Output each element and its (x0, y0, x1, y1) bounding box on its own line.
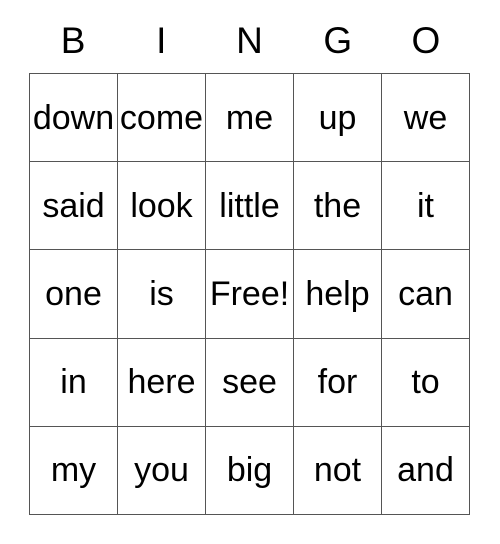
bingo-cell[interactable]: you (118, 426, 206, 516)
bingo-cell[interactable]: up (294, 74, 382, 163)
bingo-cell[interactable]: here (118, 338, 206, 427)
bingo-cell[interactable]: down (30, 74, 118, 163)
bingo-header-row: B I N G O (29, 8, 470, 73)
bingo-header-letter-n: N (236, 20, 263, 61)
bingo-cell[interactable]: we (382, 74, 470, 163)
bingo-row: down come me up we (30, 74, 470, 163)
bingo-row: said look little the it (30, 162, 470, 251)
bingo-cell[interactable]: not (294, 426, 382, 516)
bingo-cell[interactable]: and (382, 426, 470, 516)
bingo-cell[interactable]: the (294, 162, 382, 251)
bingo-row: in here see for to (30, 338, 470, 427)
bingo-cell[interactable]: my (30, 426, 118, 516)
bingo-cell[interactable]: little (206, 162, 294, 251)
bingo-cell[interactable]: to (382, 338, 470, 427)
bingo-cell[interactable]: look (118, 162, 206, 251)
bingo-cell[interactable]: help (294, 250, 382, 339)
bingo-cell[interactable]: see (206, 338, 294, 427)
bingo-cell[interactable]: in (30, 338, 118, 427)
bingo-header-letter-i: I (156, 20, 167, 61)
bingo-cell-free-space[interactable]: Free! (206, 250, 294, 339)
bingo-header-letter-b: B (60, 20, 86, 61)
bingo-header-letter-o: O (411, 20, 441, 61)
bingo-cell[interactable]: one (30, 250, 118, 339)
bingo-cell[interactable]: me (206, 74, 294, 163)
bingo-cell[interactable]: big (206, 426, 294, 516)
bingo-grid: down come me up we said look little the … (29, 73, 470, 516)
bingo-cell[interactable]: can (382, 250, 470, 339)
bingo-card: B I N G O down come me up we said look l… (29, 8, 470, 516)
bingo-header-letter-g: G (323, 20, 353, 61)
bingo-cell[interactable]: for (294, 338, 382, 427)
bingo-cell[interactable]: is (118, 250, 206, 339)
bingo-cell[interactable]: said (30, 162, 118, 251)
bingo-row: one is Free! help can (30, 250, 470, 339)
bingo-row: my you big not and (30, 426, 470, 516)
bingo-cell[interactable]: it (382, 162, 470, 251)
bingo-cell[interactable]: come (118, 74, 206, 163)
